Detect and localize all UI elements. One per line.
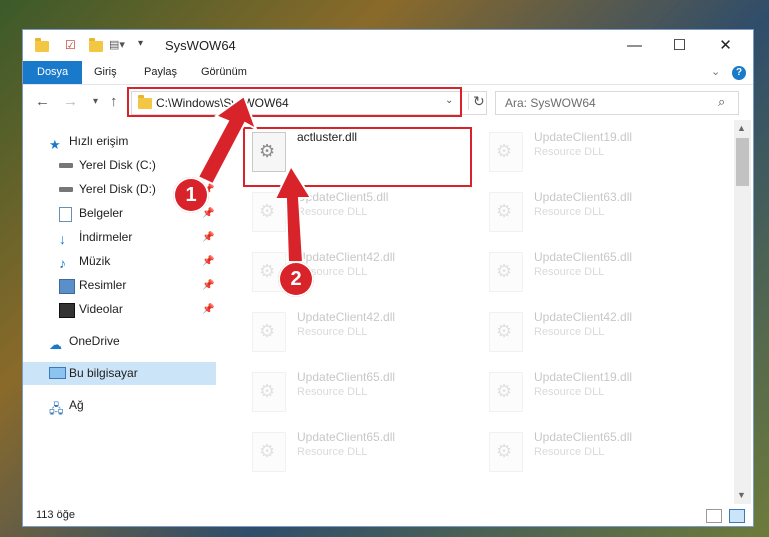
callout-2: 2 [278, 261, 314, 297]
callout-1: 1 [173, 177, 209, 213]
annotation-arrows [196, 94, 313, 263]
arrow-1 [196, 94, 258, 186]
arrow-2 [273, 163, 313, 263]
